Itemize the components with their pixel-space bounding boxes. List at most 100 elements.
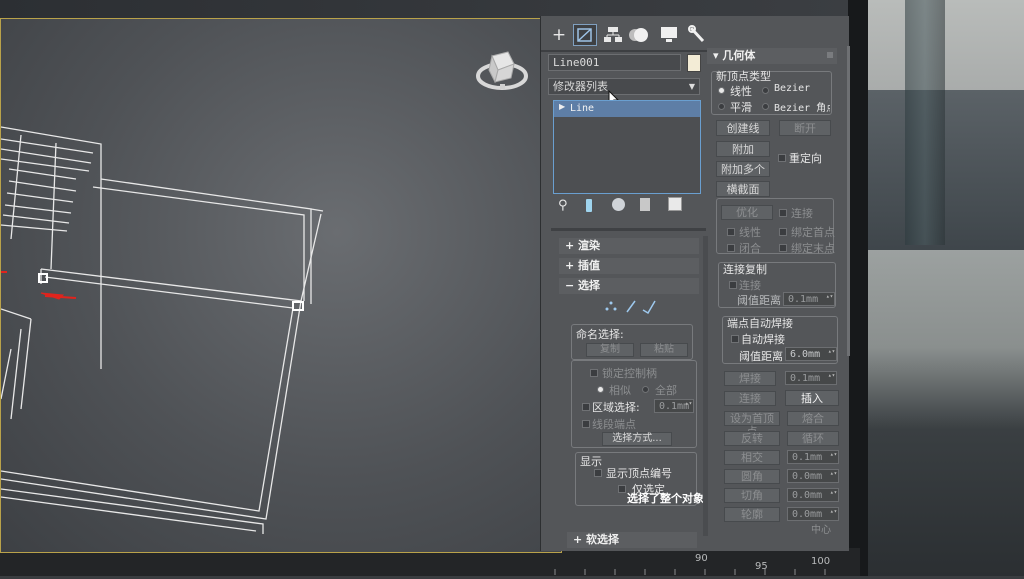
threshold-spinner[interactable]: 0.1mm bbox=[783, 292, 835, 306]
show-vertex-numbers-checkbox[interactable] bbox=[594, 469, 602, 477]
display-tab[interactable] bbox=[657, 24, 681, 46]
remove-modifier-icon[interactable] bbox=[640, 198, 650, 211]
expand-arrow-icon[interactable]: ▶ bbox=[559, 102, 565, 111]
paste-button[interactable]: 粘贴 bbox=[640, 343, 688, 357]
bezier-corner-radio[interactable] bbox=[762, 103, 769, 110]
weld-threshold-spinner[interactable]: 6.0mm bbox=[785, 347, 837, 361]
selected-only-checkbox[interactable] bbox=[618, 485, 626, 493]
create-tab[interactable]: + bbox=[547, 24, 571, 46]
stack-item-label: Line bbox=[570, 103, 595, 114]
bind-first-checkbox[interactable] bbox=[779, 228, 787, 236]
connect-checkbox[interactable] bbox=[779, 209, 787, 217]
create-line-button[interactable]: 创建线 bbox=[716, 120, 770, 136]
object-color-swatch[interactable] bbox=[687, 54, 701, 72]
optimize-button[interactable]: 优化 bbox=[721, 205, 773, 220]
floorplan-lines bbox=[1, 126, 324, 534]
make-first-button[interactable]: 设为首顶点 bbox=[724, 411, 780, 438]
rollout-selection[interactable]: − 选择 bbox=[559, 278, 699, 294]
weld-button[interactable]: 焊接 bbox=[724, 371, 776, 386]
segment-end-checkbox[interactable] bbox=[582, 420, 590, 428]
connect-copy-group: 连接复制 连接 阈值距离 0.1mm bbox=[718, 262, 836, 308]
unique-icon[interactable] bbox=[612, 198, 625, 211]
lock-handles-checkbox[interactable] bbox=[590, 369, 598, 377]
connect-label: 连接 bbox=[791, 207, 813, 220]
rollout-soft-selection[interactable]: + 软选择 bbox=[567, 532, 697, 548]
object-name-field[interactable]: Line001 bbox=[548, 54, 681, 71]
outline-button[interactable]: 轮廓 bbox=[724, 507, 780, 522]
stack-item-line[interactable]: ▶ Line bbox=[554, 101, 700, 117]
hierarchy-tab[interactable] bbox=[601, 24, 625, 46]
bind-last-checkbox[interactable] bbox=[779, 244, 787, 252]
fillet-button[interactable]: 圆角 bbox=[724, 469, 780, 484]
insert-button[interactable]: 插入 bbox=[785, 390, 839, 406]
threshold-label: 阈值距离 bbox=[737, 294, 781, 307]
connect-copy-label: 连接复制 bbox=[723, 263, 767, 276]
tick-label: 90 bbox=[695, 553, 708, 564]
vertex-icon[interactable] bbox=[605, 301, 617, 311]
segment-icon[interactable] bbox=[626, 300, 636, 313]
configure-sets-icon[interactable] bbox=[668, 197, 682, 211]
viewcube-icon[interactable] bbox=[473, 44, 531, 94]
refine-group: 优化 连接 线性 绑定首点 闭合 绑定末点 bbox=[716, 198, 835, 255]
closed-checkbox[interactable] bbox=[727, 244, 735, 252]
perspective-viewport[interactable] bbox=[0, 18, 562, 553]
bezier-label: Bezier bbox=[774, 83, 811, 94]
connect-copy-checkbox[interactable] bbox=[729, 281, 737, 289]
left-scrollbar[interactable] bbox=[703, 236, 708, 536]
linear2-label: 线性 bbox=[739, 226, 761, 239]
subobject-icons bbox=[603, 298, 663, 316]
chamfer-button[interactable]: 切角 bbox=[724, 488, 780, 503]
pin-stack-icon[interactable]: ⚲ bbox=[558, 198, 568, 213]
reorient-checkbox[interactable] bbox=[778, 154, 786, 162]
modifier-list-label: 修改器列表 bbox=[553, 80, 608, 93]
all-radio[interactable] bbox=[642, 386, 649, 393]
fuse-button[interactable]: 熔合 bbox=[787, 411, 839, 426]
fillet-spinner[interactable]: 0.0mm bbox=[787, 469, 839, 483]
linear-checkbox[interactable] bbox=[727, 228, 735, 236]
cycle-button[interactable]: 循环 bbox=[787, 431, 839, 446]
rollout-pin-icon bbox=[827, 52, 833, 58]
utilities-tab[interactable] bbox=[685, 24, 709, 46]
splitter[interactable] bbox=[551, 228, 706, 231]
rollout-interpolation[interactable]: + 插值 bbox=[559, 258, 699, 274]
smooth-radio[interactable] bbox=[718, 103, 725, 110]
auto-weld-checkbox[interactable] bbox=[731, 335, 739, 343]
chamfer-spinner[interactable]: 0.0mm bbox=[787, 488, 839, 502]
intersect-spinner[interactable]: 0.1mm bbox=[787, 450, 839, 464]
modify-tab[interactable] bbox=[573, 24, 597, 46]
copy-button[interactable]: 复制 bbox=[586, 343, 634, 357]
right-scrollbar[interactable] bbox=[847, 46, 850, 356]
cross-section-button[interactable]: 横截面 bbox=[716, 181, 770, 197]
center-label: 中心 bbox=[811, 525, 831, 536]
reorient-label: 重定向 bbox=[789, 152, 822, 165]
rollout-minus-icon: − bbox=[565, 279, 579, 292]
modifier-list-dropdown[interactable]: 修改器列表 ▼ bbox=[548, 78, 700, 95]
end-auto-weld-label: 端点自动焊接 bbox=[727, 317, 793, 330]
connect2-label: 连接 bbox=[739, 279, 761, 292]
select-by-button[interactable]: 选择方式... bbox=[602, 432, 672, 446]
break-button[interactable]: 断开 bbox=[779, 120, 831, 136]
tick-label: 95 bbox=[755, 561, 768, 572]
motion-tab[interactable] bbox=[627, 24, 651, 46]
spline-icon[interactable] bbox=[642, 300, 656, 315]
modifier-stack[interactable]: ▶ Line bbox=[553, 100, 701, 194]
connect-button[interactable]: 连接 bbox=[724, 391, 776, 406]
show-end-result-icon[interactable] bbox=[586, 199, 592, 212]
reverse-button[interactable]: 反转 bbox=[724, 431, 780, 446]
linear-radio[interactable] bbox=[718, 87, 725, 94]
attach-button[interactable]: 附加 bbox=[716, 141, 770, 157]
rollout-minus-icon: ▾ bbox=[713, 49, 723, 62]
rollout-geometry[interactable]: ▾ 几何体 bbox=[707, 48, 837, 64]
area-select-spinner[interactable]: 0.1mm bbox=[654, 399, 694, 413]
similar-radio[interactable] bbox=[597, 386, 604, 393]
bezier-radio[interactable] bbox=[762, 87, 769, 94]
rollout-render[interactable]: + 渲染 bbox=[559, 238, 699, 254]
attach-multiple-button[interactable]: 附加多个 bbox=[716, 161, 770, 177]
outline-spinner[interactable]: 0.0mm bbox=[787, 507, 839, 521]
intersect-button[interactable]: 相交 bbox=[724, 450, 780, 465]
smooth-label: 平滑 bbox=[730, 101, 752, 114]
weld-spinner[interactable]: 0.1mm bbox=[785, 371, 837, 385]
timeline-ruler[interactable]: 90 95 100 bbox=[545, 553, 845, 575]
area-select-label: 区域选择: bbox=[592, 401, 640, 414]
area-select-checkbox[interactable] bbox=[582, 403, 590, 411]
